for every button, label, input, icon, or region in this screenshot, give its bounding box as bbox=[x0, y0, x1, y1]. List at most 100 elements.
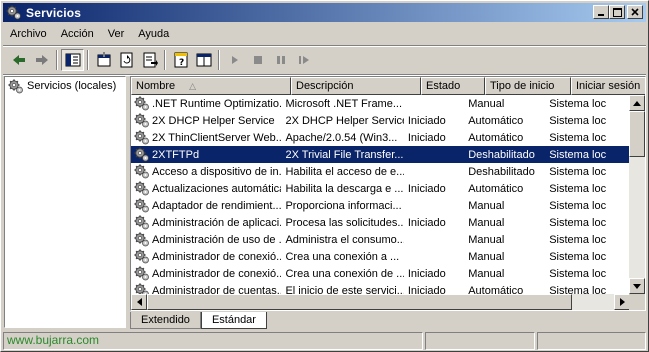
tree-item-local-services[interactable]: Servicios (locales) bbox=[5, 77, 125, 95]
horizontal-scroll-thumb[interactable] bbox=[147, 294, 572, 310]
menu-archivo[interactable]: Archivo bbox=[3, 28, 54, 40]
service-description: Administra el consumo... bbox=[285, 233, 404, 246]
service-name: Acceso a dispositivo de in... bbox=[152, 165, 282, 178]
service-row[interactable]: 2X DHCP Helper Service 2X DHCP Helper Ser… bbox=[131, 112, 630, 129]
service-row[interactable]: Adaptador de rendimient... Proporciona in… bbox=[131, 197, 630, 214]
service-logon: Sistema loc bbox=[549, 267, 607, 280]
service-description: Procesa las solicitudes... bbox=[285, 216, 404, 229]
service-status: Iniciado bbox=[407, 216, 446, 229]
pause-service-button[interactable] bbox=[269, 49, 292, 71]
export-list-button[interactable] bbox=[138, 49, 161, 71]
service-startup-type: Manual bbox=[468, 216, 505, 229]
service-row[interactable]: 2X ThinClientServer Web... Apache/2.0.54 … bbox=[131, 129, 630, 146]
service-name-cell: .NET Runtime Optimizatio... bbox=[131, 96, 281, 111]
service-logon: Sistema loc bbox=[549, 199, 607, 212]
toolbar-separator-3 bbox=[164, 50, 166, 70]
tab-estandar[interactable]: Estándar bbox=[200, 312, 267, 329]
column-header-startup[interactable]: Tipo de inicio bbox=[485, 77, 571, 95]
console-tree: Servicios (locales) bbox=[4, 76, 126, 328]
service-status: Iniciado bbox=[407, 267, 446, 280]
export-list-icon bbox=[143, 52, 158, 68]
view-tabs: Extendido Estándar bbox=[130, 312, 267, 330]
service-row[interactable]: Acceso a dispositivo de in... Habilita el… bbox=[131, 163, 630, 180]
back-arrow-icon bbox=[12, 55, 25, 65]
service-description: Crea una conexión a ... bbox=[285, 250, 400, 263]
tab-extendido[interactable]: Extendido bbox=[130, 312, 201, 329]
close-button[interactable] bbox=[627, 5, 643, 19]
scroll-up-button[interactable] bbox=[629, 95, 645, 111]
service-name-cell: Adaptador de rendimient... bbox=[131, 198, 281, 213]
vertical-scroll-thumb[interactable] bbox=[629, 111, 645, 157]
list-header: Nombre △ Descripción Estado Tipo de inic… bbox=[131, 77, 645, 95]
show-hide-tree-button[interactable] bbox=[61, 49, 84, 71]
service-logon: Sistema loc bbox=[549, 165, 607, 178]
service-name: Administración de uso de ... bbox=[152, 233, 282, 246]
scrollbar-corner bbox=[629, 294, 645, 310]
properties-button[interactable] bbox=[92, 49, 115, 71]
services-app-icon bbox=[6, 4, 22, 20]
service-row[interactable]: Administrador de conexió... Crea una cone… bbox=[131, 248, 630, 265]
service-row[interactable]: Administrador de conexió... Crea una cone… bbox=[131, 265, 630, 282]
service-description: 2X DHCP Helper Service bbox=[285, 114, 404, 127]
service-description: Apache/2.0.54 (Win3... bbox=[285, 131, 398, 144]
scroll-down-button[interactable] bbox=[629, 278, 645, 294]
stop-service-button[interactable] bbox=[246, 49, 269, 71]
service-gear-icon bbox=[134, 215, 150, 230]
horizontal-scrollbar[interactable] bbox=[131, 294, 630, 310]
play-icon bbox=[231, 56, 238, 64]
maximize-button[interactable] bbox=[609, 5, 625, 19]
service-startup-type: Manual bbox=[468, 97, 505, 110]
service-name: 2XTFTPd bbox=[152, 148, 200, 161]
status-cell-2 bbox=[425, 332, 535, 350]
column-header-description[interactable]: Descripción bbox=[291, 77, 421, 95]
pane-view-icon bbox=[196, 53, 211, 67]
menu-ver[interactable]: Ver bbox=[101, 28, 132, 40]
service-logon: Sistema loc bbox=[549, 97, 607, 110]
vertical-scrollbar[interactable] bbox=[629, 95, 645, 294]
column-header-status[interactable]: Estado bbox=[421, 77, 485, 95]
service-startup-type: Automático bbox=[468, 182, 524, 195]
service-startup-type: Deshabilitado bbox=[468, 165, 535, 178]
refresh-button[interactable] bbox=[115, 49, 138, 71]
service-name: Administrador de conexió... bbox=[152, 267, 282, 280]
scroll-left-button[interactable] bbox=[131, 294, 147, 310]
menu-ayuda[interactable]: Ayuda bbox=[131, 28, 176, 40]
service-startup-type: Manual bbox=[468, 267, 505, 280]
service-name: Actualizaciones automáticas bbox=[152, 182, 282, 195]
service-logon: Sistema loc bbox=[549, 148, 607, 161]
arrow-left-icon bbox=[136, 298, 142, 306]
column-header-name[interactable]: Nombre △ bbox=[131, 77, 291, 95]
service-description: Crea una conexión de ... bbox=[285, 267, 404, 280]
title-bar[interactable]: Servicios bbox=[3, 3, 646, 22]
sort-ascending-icon: △ bbox=[189, 80, 197, 91]
service-row[interactable]: 2XTFTPd 2X Trivial File Transfer... Deshab… bbox=[131, 146, 630, 163]
column-name-label: Nombre bbox=[136, 80, 176, 92]
service-name-cell: Administrador de conexió... bbox=[131, 266, 281, 281]
service-status: Iniciado bbox=[407, 131, 446, 144]
column-description-label: Descripción bbox=[296, 80, 354, 92]
service-logon: Sistema loc bbox=[549, 131, 607, 144]
service-row[interactable]: Actualizaciones automáticas Habilita la d… bbox=[131, 180, 630, 197]
restart-service-button[interactable] bbox=[292, 49, 315, 71]
service-startup-type: Manual bbox=[468, 233, 505, 246]
service-name-cell: 2XTFTPd bbox=[131, 147, 281, 162]
close-icon bbox=[631, 8, 639, 16]
toolbar-separator bbox=[56, 50, 58, 70]
column-header-logon[interactable]: Iniciar sesión bbox=[571, 77, 645, 95]
service-row[interactable]: Administración de uso de ... Administra e… bbox=[131, 231, 630, 248]
help-button[interactable]: ? bbox=[169, 49, 192, 71]
service-row[interactable]: Administración de aplicaci... Procesa las… bbox=[131, 214, 630, 231]
show-pane-button[interactable] bbox=[192, 49, 215, 71]
service-name-cell: Administración de uso de ... bbox=[131, 232, 281, 247]
services-rows: .NET Runtime Optimizatio... Microsoft .NE… bbox=[131, 95, 630, 299]
minimize-button[interactable] bbox=[593, 5, 609, 19]
menu-accion[interactable]: Acción bbox=[54, 28, 101, 40]
scroll-right-button[interactable] bbox=[614, 294, 630, 310]
forward-button[interactable] bbox=[30, 49, 53, 71]
service-description: 2X Trivial File Transfer... bbox=[285, 148, 404, 161]
service-name: 2X ThinClientServer Web... bbox=[152, 131, 282, 144]
service-row[interactable]: .NET Runtime Optimizatio... Microsoft .NE… bbox=[131, 95, 630, 112]
tab-extendido-label: Extendido bbox=[141, 314, 190, 326]
start-service-button[interactable] bbox=[223, 49, 246, 71]
back-button[interactable] bbox=[7, 49, 30, 71]
